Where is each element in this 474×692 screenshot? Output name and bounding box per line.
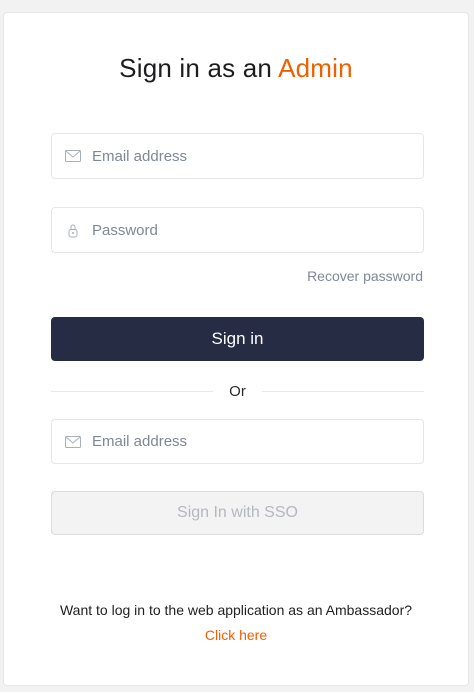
envelope-icon (54, 150, 92, 162)
ambassador-prompt: Want to log in to the web application as… (59, 602, 413, 618)
password-field-container[interactable] (51, 207, 424, 253)
sso-email-field-container[interactable] (51, 419, 424, 464)
sign-in-button[interactable]: Sign in (51, 317, 424, 361)
sso-email-input[interactable] (92, 433, 392, 450)
login-card: Sign in as an Admin Recover password Sig… (3, 12, 469, 686)
recover-password-link[interactable]: Recover password (307, 268, 423, 284)
password-input[interactable] (92, 221, 392, 239)
envelope-icon (54, 435, 92, 448)
email-field-container[interactable] (51, 133, 424, 179)
ambassador-login-link[interactable]: Click here (4, 627, 468, 643)
divider-line-right (262, 391, 424, 392)
title-prefix: Sign in as an (119, 53, 273, 83)
or-divider: Or (51, 383, 424, 400)
title-accent: Admin (278, 53, 353, 83)
page-title: Sign in as an Admin (4, 53, 468, 84)
lock-icon (54, 223, 92, 238)
sso-sign-in-button[interactable]: Sign In with SSO (51, 491, 424, 535)
email-input[interactable] (92, 147, 392, 165)
